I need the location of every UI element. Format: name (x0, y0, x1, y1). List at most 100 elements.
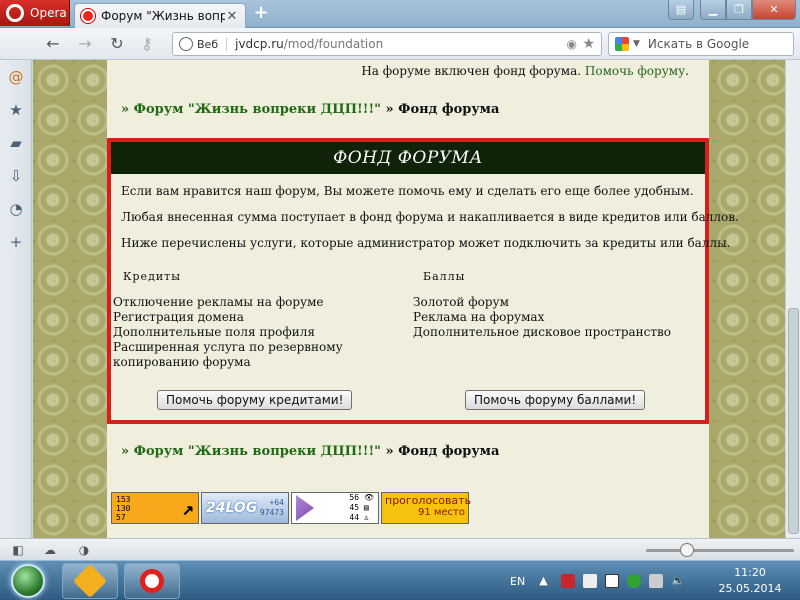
counter-value: +64 (269, 498, 284, 507)
browser-status-bar: ◧ ☁ ◑ (0, 538, 800, 560)
site-counters: 153 130 57 ↗ 24LOG +64 97473 56 👁 45 ▤ 4… (111, 492, 472, 524)
reload-icon[interactable]: ↻ (106, 34, 128, 54)
key-icon[interactable]: ⚷ (136, 34, 158, 54)
fund-intro-paragraph: Если вам нравится наш форум, Вы можете п… (121, 184, 694, 198)
help-forum-link[interactable]: Помочь форуму (585, 64, 685, 78)
address-web-label: Веб (197, 37, 228, 51)
zoom-slider-track[interactable] (646, 549, 794, 552)
rss-icon[interactable]: ◉ (567, 37, 577, 51)
google-icon[interactable] (615, 37, 629, 51)
opera-menu-label: Opera (30, 6, 67, 20)
address-bar[interactable]: Веб jvdcp.ru/mod/foundation ◉ ★ (172, 32, 602, 56)
speed-gauge-icon[interactable]: ◑ (76, 542, 92, 558)
volume-icon[interactable]: 🔈 (671, 574, 685, 588)
taskbar-winamp[interactable] (62, 563, 118, 599)
winamp-icon (73, 564, 107, 598)
downloads-icon[interactable]: ⇩ (0, 159, 32, 192)
list-item: Отключение рекламы на форуме (113, 295, 324, 309)
maximize-button[interactable]: ❐ (726, 0, 752, 20)
points-services-list: Золотой форум Реклама на форумах Дополни… (413, 295, 671, 340)
breadcrumb-separator: » (121, 444, 130, 459)
tab-close-icon[interactable]: ✕ (225, 9, 239, 24)
fund-accumulation-paragraph: Любая внесенная сумма поступает в фонд ф… (121, 210, 739, 224)
tab-stack-icon[interactable]: ▤ (668, 0, 694, 20)
tab-forum-fund[interactable]: Форум "Жизнь вопреке ✕ (74, 3, 246, 28)
breadcrumb-current: Фонд форума (398, 102, 500, 117)
forward-arrow-icon[interactable]: → (74, 34, 96, 54)
network-icon[interactable] (649, 574, 664, 588)
close-button[interactable]: ✕ (752, 0, 796, 20)
language-indicator[interactable]: EN (510, 575, 525, 588)
minimize-button[interactable]: ▁ (700, 0, 726, 20)
system-tray: EN ▲ 🔈 (510, 569, 685, 593)
bookmark-star-icon[interactable]: ★ (582, 36, 595, 52)
fund-services-paragraph: Ниже перечислены услуги, которые админис… (121, 236, 731, 250)
stats-bars-icon (296, 495, 314, 521)
counter-values: 153 130 57 (116, 495, 130, 522)
bookmarks-star-icon[interactable]: ★ (0, 93, 32, 126)
new-tab-plus-icon[interactable]: + (252, 4, 270, 22)
opera-unite-cloud-icon[interactable]: ☁ (42, 542, 58, 558)
mail-icon[interactable]: @ (0, 60, 32, 93)
start-button[interactable] (2, 562, 54, 600)
scrollbar-thumb[interactable] (788, 308, 799, 534)
counter-value: 45 ▤ (349, 503, 369, 512)
window-icon[interactable] (583, 574, 598, 588)
taskbar-opera[interactable] (124, 563, 180, 599)
counter-values: 56 👁 45 ▤ 44 ♙ (349, 493, 374, 523)
help-with-points-button[interactable]: Помочь форуму баллами! (465, 390, 646, 410)
list-item: Дополнительное дисковое пространство (413, 325, 672, 339)
counter-value: 130 (116, 503, 131, 513)
clock-time: 11:20 (734, 566, 766, 579)
panel-toggle-icon[interactable]: ◧ (10, 542, 26, 558)
status-icon[interactable] (627, 574, 642, 588)
counter-value: 56 👁 (349, 493, 374, 502)
address-url[interactable]: jvdcp.ru/mod/foundation (235, 37, 383, 51)
opera-sidebar: @ ★ ▰ ⇩ ◔ + (0, 60, 32, 538)
notes-icon[interactable]: ▰ (0, 126, 32, 159)
vote-rating-counter[interactable]: проголосовать 91 место (381, 492, 472, 524)
breadcrumb-forum-link[interactable]: Форум "Жизнь вопреки ДЦП!!!" (134, 444, 381, 459)
24log-counter[interactable]: 24LOG +64 97473 (201, 492, 289, 524)
antivirus-icon[interactable] (561, 574, 576, 588)
opera-menu-button[interactable]: Opera (0, 0, 70, 26)
chevron-down-icon[interactable]: ▼ (633, 39, 640, 49)
page-viewport: На форуме включен фонд форума. Помочь фо… (33, 60, 785, 538)
breadcrumb-forum-link[interactable]: Форум "Жизнь вопреки ДЦП!!!" (134, 102, 381, 117)
system-clock[interactable]: 11:20 25.05.2014 (708, 565, 792, 597)
counter-value: 44 ♙ (349, 513, 369, 522)
help-with-credits-button[interactable]: Помочь форуму кредитами! (157, 390, 353, 410)
url-host: jvdcp.ru (235, 37, 284, 51)
search-box[interactable]: ▼ Искать в Google (608, 32, 794, 56)
24log-logo: 24LOG (206, 500, 258, 516)
history-clock-icon[interactable]: ◔ (0, 192, 32, 225)
chevron-up-icon[interactable]: ▲ (539, 574, 553, 588)
credits-column-header: Кредиты (123, 270, 182, 283)
search-placeholder: Искать в Google (647, 37, 750, 51)
add-panel-plus-icon[interactable]: + (0, 225, 32, 258)
vote-label: проголосовать (385, 494, 472, 507)
liveinternet-counter[interactable]: 153 130 57 ↗ (111, 492, 199, 524)
list-item: копированию форума (113, 355, 251, 369)
opera-icon (140, 569, 164, 593)
flag-icon[interactable] (605, 574, 620, 588)
rating-place: 91 место (417, 507, 465, 518)
list-item: Золотой форум (413, 295, 509, 309)
zoom-slider-knob[interactable] (680, 543, 694, 557)
arrow-up-right-icon: ↗ (181, 496, 194, 520)
tab-title: Форум "Жизнь вопреке (101, 9, 225, 23)
breadcrumb-current: Фонд форума (398, 444, 500, 459)
back-arrow-icon[interactable]: ← (42, 34, 64, 54)
window-controls: ▤ ▁ ❐ ✕ (668, 0, 796, 20)
fund-enabled-text: На форуме включен фонд форума. (361, 64, 582, 78)
globe-icon (179, 37, 193, 51)
breadcrumb-separator: » (385, 444, 394, 459)
counter-value: 97473 (259, 508, 284, 517)
counter-values: +64 97473 (260, 498, 284, 518)
stats-counter[interactable]: 56 👁 45 ▤ 44 ♙ (291, 492, 379, 524)
page-scrollbar[interactable] (785, 60, 800, 538)
breadcrumb-top: » Форум "Жизнь вопреки ДЦП!!!" » Фонд фо… (121, 102, 499, 117)
fund-panel-title: ФОНД ФОРУМА (111, 142, 705, 174)
opera-logo-icon (6, 4, 24, 22)
counter-value: 57 (116, 512, 126, 522)
